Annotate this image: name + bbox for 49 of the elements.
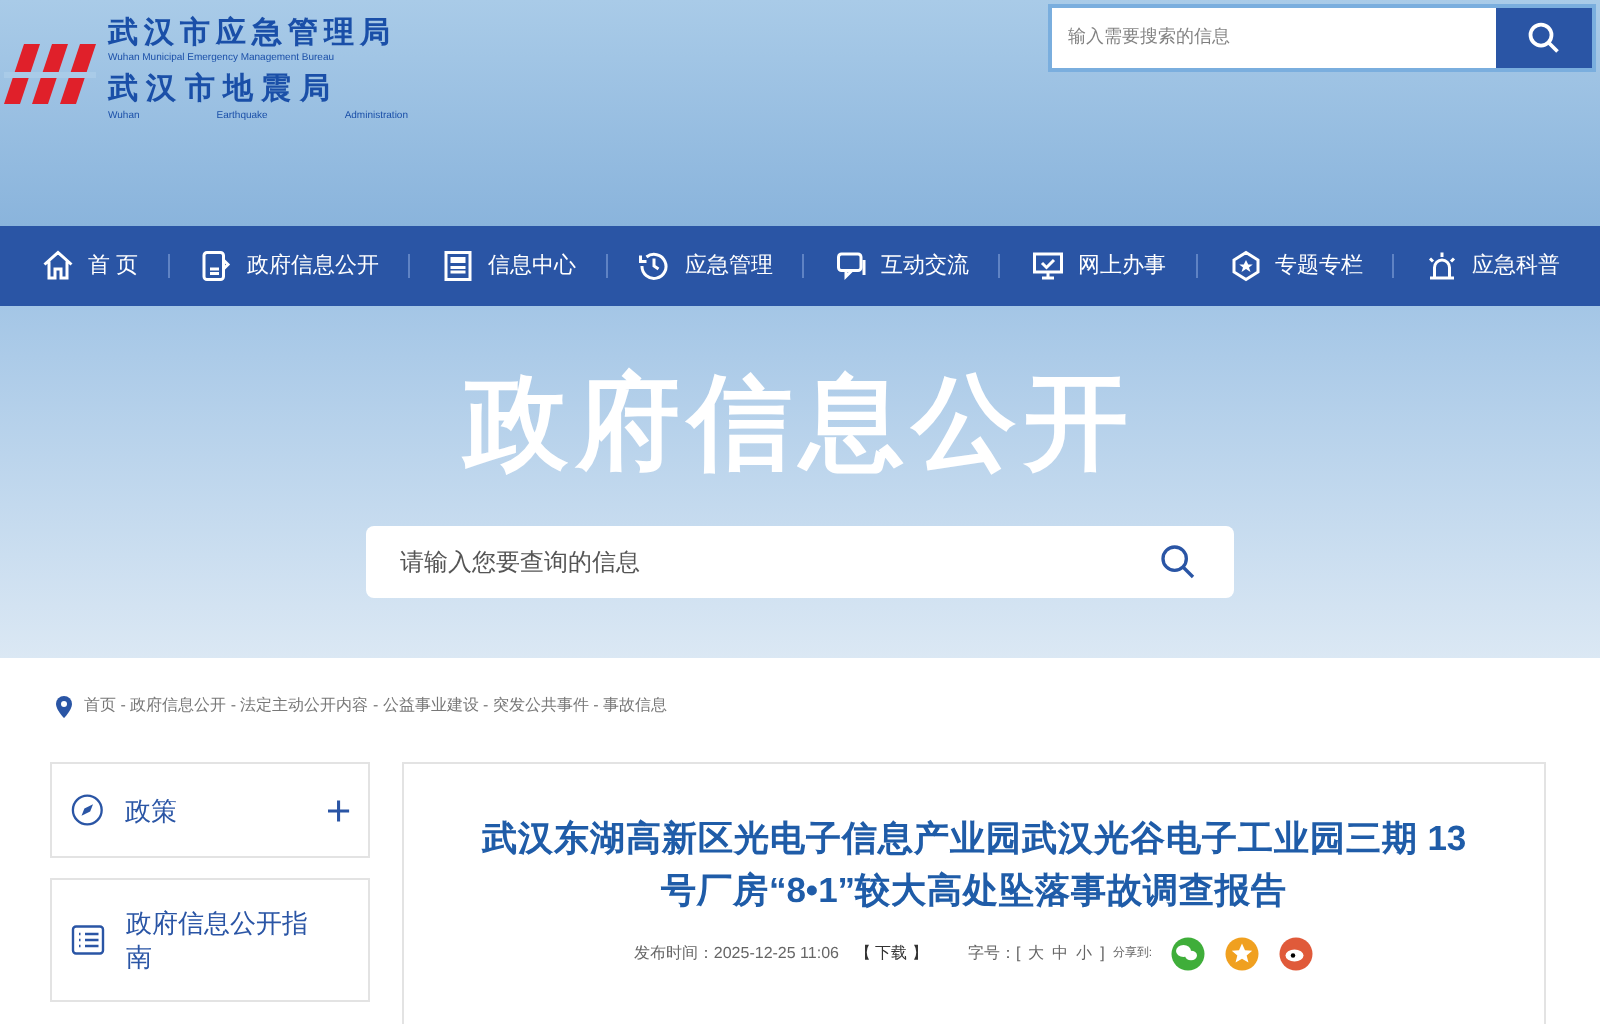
nav-label: 网上办事 <box>1078 251 1167 282</box>
nav-item[interactable]: 应急科普 <box>1423 248 1560 284</box>
nav-label: 专题专栏 <box>1275 251 1363 282</box>
nav-item[interactable]: 网上办事 <box>1030 248 1167 284</box>
newspaper-icon <box>439 248 476 284</box>
search-input[interactable]: 请输入您要查询的信息 <box>366 544 1158 580</box>
list-icon <box>70 922 106 958</box>
nav-item[interactable]: 应急管理 <box>636 248 773 284</box>
nav-label: 应急管理 <box>684 251 773 282</box>
home-icon <box>40 248 76 284</box>
nav-label: 信息中心 <box>487 251 576 282</box>
compass-icon <box>70 792 105 828</box>
nav-item[interactable]: 信息中心 <box>439 248 576 284</box>
nav-item[interactable]: 政府信息公开 <box>198 248 379 284</box>
siren-icon <box>1423 248 1460 284</box>
monitor-icon <box>1030 248 1067 284</box>
font-size-option[interactable]: 小 <box>1076 942 1093 966</box>
font-size-option[interactable]: 中 <box>1052 942 1069 966</box>
org-name: 武汉市应急管理局 <box>108 16 398 52</box>
sidebar-label: 政策 <box>124 793 179 827</box>
banner-title: 政府信息公开 <box>464 364 1136 486</box>
search-bar[interactable]: 请输入您要查询的信息 <box>366 526 1234 598</box>
font-size-option[interactable]: 大 <box>1028 942 1045 966</box>
chat-icon <box>833 248 870 284</box>
nav-label: 首 页 <box>88 251 139 282</box>
sidebar-item[interactable]: 政府信息公开指南 <box>50 878 370 1002</box>
nav-label: 政府信息公开 <box>246 251 379 282</box>
clock-icon <box>636 248 673 284</box>
article-title: 武汉东湖高新区光电子信息产业园武汉光谷电子工业园三期 13 号厂房“8•1”较大高处坠落事故调查报告 <box>479 816 1469 914</box>
nav-label: 互动交流 <box>881 251 970 282</box>
sidebar-label: 政府信息公开指南 <box>126 906 310 974</box>
star-share-icon[interactable] <box>1224 936 1261 972</box>
org-name: 武 汉 市 地 震 局 <box>108 70 332 110</box>
badge-icon <box>1227 248 1263 284</box>
document-icon <box>198 248 235 284</box>
nav-item[interactable]: 首 页 <box>40 248 139 284</box>
location-pin-icon <box>56 695 72 717</box>
nav-label: 应急科普 <box>1471 251 1560 282</box>
download-link[interactable]: 【 下载 】 <box>854 942 928 966</box>
nav-item[interactable]: 互动交流 <box>833 248 970 284</box>
publish-date: 发布时间：2025-12-25 11:06 <box>633 942 839 966</box>
search-icon[interactable] <box>1158 542 1198 582</box>
font-size-label: ] <box>1100 942 1105 966</box>
plus-icon[interactable] <box>328 799 350 821</box>
nav-item[interactable]: 专题专栏 <box>1227 248 1363 284</box>
font-size-label: 字号：[ <box>967 942 1021 966</box>
logo-icon <box>4 44 100 104</box>
breadcrumb: 首页 - 政府信息公开 - 法定主动公开内容 - 公益事业建设 - 突发公共事件 - 事故信息 <box>84 694 668 718</box>
sidebar-item[interactable]: 政策 <box>50 762 370 858</box>
